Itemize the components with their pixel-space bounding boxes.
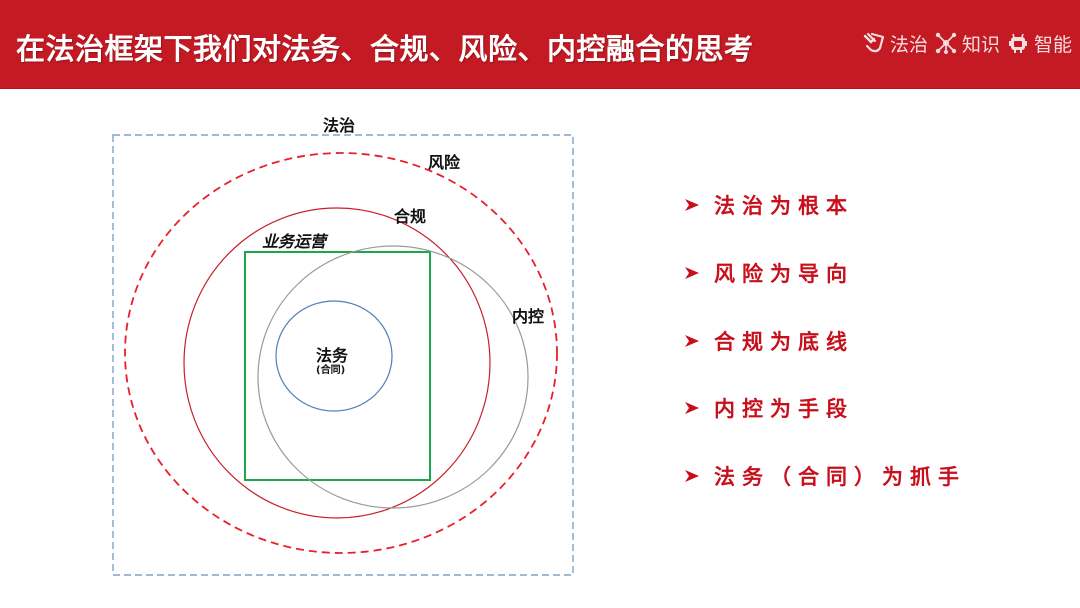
key-point: 法治为根本	[684, 190, 854, 220]
header-badges: 法治 知识 智能	[862, 27, 1072, 59]
key-point-text: 风险为导向	[714, 262, 854, 286]
key-point-text: 内控为手段	[714, 397, 854, 421]
badge-knowledge: 知识	[934, 30, 1000, 57]
key-point: 风险为导向	[684, 258, 854, 288]
label-compliance: 合规	[394, 207, 427, 226]
key-point-text: 法务（合同）为抓手	[714, 465, 966, 489]
label-rule-of-law: 法治	[323, 116, 356, 135]
robot-icon	[1008, 33, 1027, 53]
label-contracts: (合同)	[316, 365, 346, 376]
label-risk: 风险	[428, 153, 461, 172]
page-title: 在法治框架下我们对法务、合规、风险、内控融合的思考	[16, 32, 754, 66]
badge-rule-of-law: 法治	[862, 30, 928, 57]
arrow-bullet-icon	[685, 470, 699, 482]
network-nodes-icon	[935, 32, 957, 54]
key-point-text: 合规为底线	[714, 330, 854, 354]
arrow-bullet-icon	[685, 335, 699, 347]
key-point-text: 法治为根本	[714, 194, 854, 218]
fusion-diagram: 法治 风险 合规 业务运营 内控 法务 (合同)	[0, 88, 640, 608]
badge-label: 智能	[1033, 33, 1072, 56]
arrow-bullet-icon	[685, 199, 699, 211]
key-point: 法务（合同）为抓手	[684, 461, 966, 491]
label-internal-control: 内控	[512, 307, 545, 326]
badge-intelligence: 智能	[1006, 30, 1072, 57]
badge-label: 知识	[961, 33, 1000, 56]
arrow-bullet-icon	[685, 267, 699, 279]
hand-check-icon	[863, 32, 885, 53]
internal-control-circle	[257, 245, 529, 509]
header-bar: 在法治框架下我们对法务、合规、风险、内控融合的思考 法治 知识 智能	[0, 0, 1080, 89]
label-business-operations: 业务运营	[262, 232, 327, 251]
key-point: 内控为手段	[684, 393, 854, 423]
badge-label: 法治	[889, 33, 928, 56]
arrow-bullet-icon	[685, 402, 699, 414]
key-point: 合规为底线	[684, 326, 854, 356]
